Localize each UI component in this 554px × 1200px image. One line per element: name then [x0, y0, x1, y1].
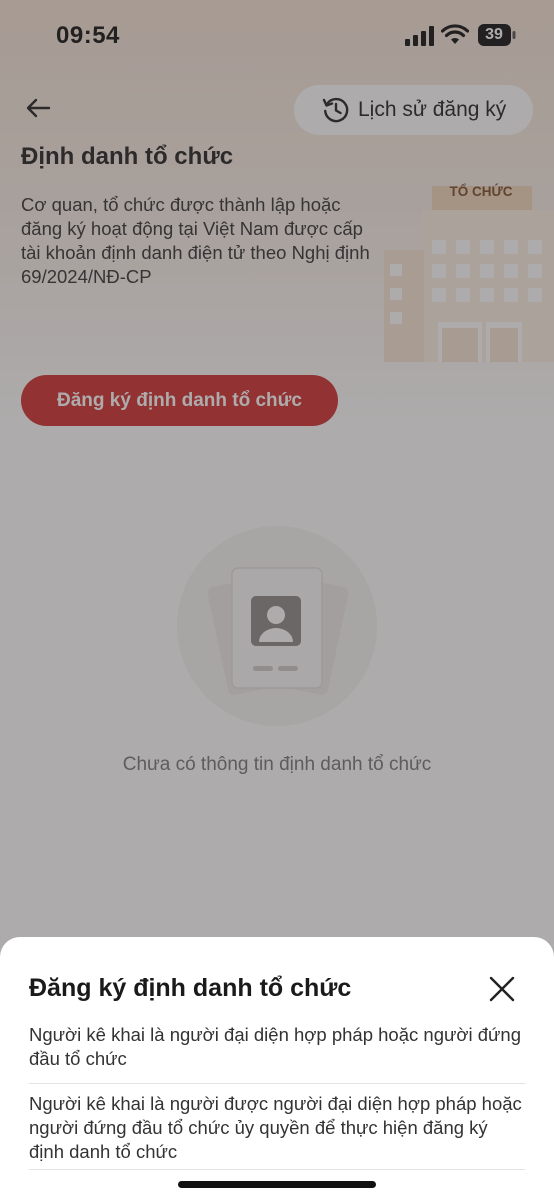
home-indicator [178, 1181, 376, 1188]
bottom-sheet: Đăng ký định danh tổ chức Người kê khai … [0, 937, 554, 1200]
close-icon [489, 976, 515, 1002]
sheet-title: Đăng ký định danh tổ chức [29, 974, 352, 1002]
divider [29, 1083, 525, 1084]
option-authorized-person[interactable]: Người kê khai là người được người đại di… [29, 1092, 525, 1164]
option-legal-representative[interactable]: Người kê khai là người đại diện hợp pháp… [29, 1023, 525, 1071]
divider [29, 1169, 525, 1170]
close-button[interactable] [484, 971, 520, 1007]
screen: 09:54 39 Lịch sử đăng ký Định danh tổ ch… [0, 0, 554, 1200]
